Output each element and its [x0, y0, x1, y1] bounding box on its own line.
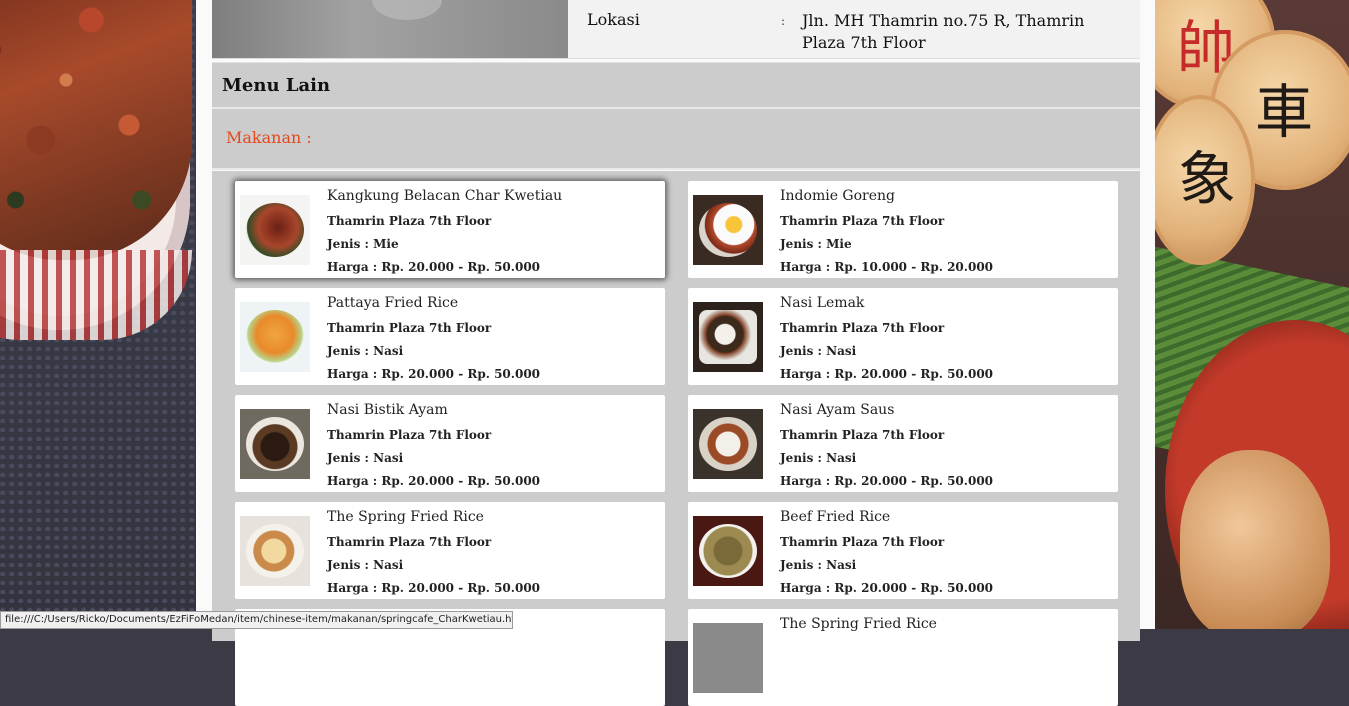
- dish-type: Jenis : Mie: [327, 237, 399, 251]
- dish-type: Jenis : Mie: [780, 237, 852, 251]
- dish-price: Harga : Rp. 20.000 - Rp. 50.000: [327, 260, 541, 274]
- category-header: Makanan :: [212, 109, 1140, 170]
- location-row: Lokasi : Jln. MH Thamrin no.75 R, Thamri…: [212, 0, 1140, 59]
- dish-thumbnail[interactable]: [240, 195, 310, 265]
- dish-thumbnail[interactable]: [693, 409, 763, 479]
- dish-name[interactable]: Kangkung Belacan Char Kwetiau: [327, 188, 562, 204]
- dish-location: Thamrin Plaza 7th Floor: [327, 214, 492, 228]
- dish-type: Jenis : Nasi: [327, 344, 404, 358]
- menu-card-nasi-lemak[interactable]: Nasi Lemak Thamrin Plaza 7th Floor Jenis…: [688, 288, 1118, 385]
- dish-thumbnail[interactable]: [240, 516, 310, 586]
- dish-type: Jenis : Nasi: [780, 344, 857, 358]
- dish-location: Thamrin Plaza 7th Floor: [780, 321, 945, 335]
- dish-location: Thamrin Plaza 7th Floor: [327, 321, 492, 335]
- dish-name[interactable]: Beef Fried Rice: [780, 509, 890, 525]
- menu-card-indomie-goreng[interactable]: Indomie Goreng Thamrin Plaza 7th Floor J…: [688, 181, 1118, 278]
- dish-name[interactable]: The Spring Fried Rice: [780, 616, 937, 632]
- dish-type: Jenis : Nasi: [780, 451, 857, 465]
- dish-type: Jenis : Nasi: [327, 451, 404, 465]
- dish-name[interactable]: Nasi Lemak: [780, 295, 864, 311]
- dish-price: Harga : Rp. 20.000 - Rp. 50.000: [327, 581, 541, 595]
- menu-grid: Kangkung Belacan Char Kwetiau Thamrin Pl…: [212, 171, 1140, 706]
- dish-name[interactable]: Nasi Bistik Ayam: [327, 402, 448, 418]
- dish-thumbnail[interactable]: [693, 623, 763, 693]
- content-column: Lokasi : Jln. MH Thamrin no.75 R, Thamri…: [212, 0, 1140, 706]
- dish-price: Harga : Rp. 20.000 - Rp. 50.000: [327, 367, 541, 381]
- menu-card-beef-fried-rice[interactable]: Beef Fried Rice Thamrin Plaza 7th Floor …: [688, 502, 1118, 599]
- dish-thumbnail[interactable]: [693, 302, 763, 372]
- dish-thumbnail[interactable]: [240, 302, 310, 372]
- restaurant-photo: [212, 0, 568, 58]
- dish-price: Harga : Rp. 10.000 - Rp. 20.000: [780, 260, 994, 274]
- section-header: Menu Lain: [212, 62, 1140, 109]
- dish-location: Thamrin Plaza 7th Floor: [780, 428, 945, 442]
- dish-type: Jenis : Nasi: [780, 558, 857, 572]
- dish-location: Thamrin Plaza 7th Floor: [327, 535, 492, 549]
- dish-price: Harga : Rp. 20.000 - Rp. 50.000: [780, 474, 994, 488]
- dish-name[interactable]: The Spring Fried Rice: [327, 509, 484, 525]
- location-label: Lokasi: [587, 10, 640, 29]
- menu-card-pattaya-fried-rice[interactable]: Pattaya Fried Rice Thamrin Plaza 7th Flo…: [235, 288, 665, 385]
- dish-name[interactable]: Pattaya Fried Rice: [327, 295, 458, 311]
- menu-card-the-spring-fried-rice-2[interactable]: The Spring Fried Rice: [688, 609, 1118, 706]
- section-title: Menu Lain: [222, 75, 331, 96]
- menu-card-kangkung-belacan-char-kwetiau[interactable]: Kangkung Belacan Char Kwetiau Thamrin Pl…: [235, 181, 665, 278]
- dish-location: Thamrin Plaza 7th Floor: [780, 535, 945, 549]
- location-value: Jln. MH Thamrin no.75 R, Thamrin Plaza 7…: [802, 11, 1085, 52]
- menu-card-the-spring-fried-rice[interactable]: The Spring Fried Rice Thamrin Plaza 7th …: [235, 502, 665, 599]
- dish-thumbnail[interactable]: [693, 516, 763, 586]
- background-food-photo-right: 帥 車 象: [1155, 0, 1349, 629]
- bowl-pattern-decoration: [0, 250, 192, 340]
- dish-price: Harga : Rp. 20.000 - Rp. 50.000: [780, 367, 994, 381]
- dish-price: Harga : Rp. 20.000 - Rp. 50.000: [327, 474, 541, 488]
- menu-card-nasi-ayam-saus[interactable]: Nasi Ayam Saus Thamrin Plaza 7th Floor J…: [688, 395, 1118, 492]
- dish-name[interactable]: Nasi Ayam Saus: [780, 402, 894, 418]
- dish-thumbnail[interactable]: [693, 195, 763, 265]
- dish-name[interactable]: Indomie Goreng: [780, 188, 895, 204]
- dish-thumbnail[interactable]: [240, 409, 310, 479]
- main-content: Lokasi : Jln. MH Thamrin no.75 R, Thamri…: [196, 0, 1155, 706]
- dumpling-decoration: [1180, 450, 1330, 629]
- menu-card-nasi-bistik-ayam[interactable]: Nasi Bistik Ayam Thamrin Plaza 7th Floor…: [235, 395, 665, 492]
- dish-location: Thamrin Plaza 7th Floor: [327, 428, 492, 442]
- background-food-photo-left: [0, 0, 196, 629]
- dish-type: Jenis : Nasi: [327, 558, 404, 572]
- dish-price: Harga : Rp. 20.000 - Rp. 50.000: [780, 581, 994, 595]
- location-colon: :: [781, 14, 786, 28]
- dish-location: Thamrin Plaza 7th Floor: [780, 214, 945, 228]
- category-label: Makanan :: [226, 128, 312, 147]
- browser-status-bar: file:///C:/Users/Ricko/Documents/EzFiFoM…: [0, 611, 513, 629]
